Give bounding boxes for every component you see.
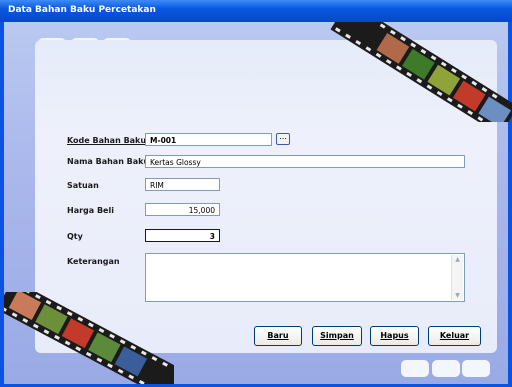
- film-strip-bottom-icon: [4, 292, 174, 384]
- simpan-button[interactable]: Simpan: [312, 326, 362, 346]
- bottom-tab-3: [462, 360, 490, 377]
- bottom-tab-1: [401, 360, 429, 377]
- harga-label: Harga Beli: [67, 206, 114, 215]
- keterangan-textarea[interactable]: ▲ ▼: [145, 253, 465, 302]
- nama-input[interactable]: Kertas Glossy: [145, 155, 465, 168]
- kode-input[interactable]: M-001: [145, 133, 272, 146]
- baru-button-label: Baru: [267, 331, 289, 340]
- simpan-button-label: Simpan: [320, 331, 354, 340]
- window-title: Data Bahan Baku Percetakan: [8, 5, 156, 15]
- keluar-button[interactable]: Keluar: [428, 326, 481, 346]
- film-strip-top-icon: [330, 22, 512, 122]
- qty-label: Qty: [67, 232, 83, 241]
- satuan-label: Satuan: [67, 181, 99, 190]
- bottom-tab-2: [432, 360, 460, 377]
- satuan-input[interactable]: RIM: [145, 178, 220, 191]
- baru-button[interactable]: Baru: [254, 326, 302, 346]
- app-window: Data Bahan Baku Percetakan Kode Bahan Ba…: [0, 0, 512, 387]
- browse-button[interactable]: ...: [276, 133, 290, 145]
- hapus-button-label: Hapus: [380, 331, 409, 340]
- hapus-button[interactable]: Hapus: [370, 326, 419, 346]
- scroll-up-arrow-icon[interactable]: ▲: [453, 255, 462, 264]
- nama-label: Nama Bahan Baku: [67, 157, 150, 166]
- keterangan-scrollbar[interactable]: ▲ ▼: [451, 255, 463, 300]
- scroll-down-arrow-icon[interactable]: ▼: [453, 291, 462, 300]
- harga-input[interactable]: 15,000: [145, 203, 220, 216]
- title-bar[interactable]: Data Bahan Baku Percetakan: [0, 0, 512, 22]
- keluar-button-label: Keluar: [439, 331, 470, 340]
- kode-label: Kode Bahan Baku: [67, 136, 147, 145]
- qty-input[interactable]: 3: [145, 229, 220, 242]
- keterangan-label: Keterangan: [67, 257, 120, 266]
